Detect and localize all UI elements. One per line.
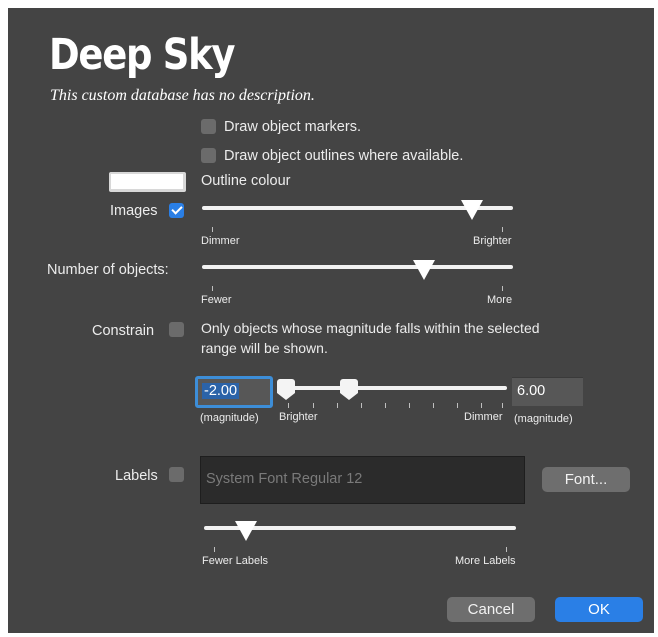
images-slider-min-label: Dimmer: [201, 235, 240, 247]
constrain-label: Constrain: [92, 323, 155, 339]
constrain-checkbox[interactable]: [169, 322, 184, 337]
magnitude-tick: [313, 403, 314, 408]
magnitude-tick: [409, 403, 410, 408]
magnitude-max-thumb[interactable]: [340, 379, 358, 400]
font-display-field: System Font Regular 12: [200, 456, 525, 504]
magnitude-tick: [433, 403, 434, 408]
magnitude-tick: [502, 403, 503, 408]
magnitude-tick: [385, 403, 386, 408]
draw-markers-label: Draw object markers.: [224, 119, 361, 135]
page-subtitle: This custom database has no description.: [50, 87, 315, 104]
constrain-description-line2: range will be shown.: [201, 340, 328, 356]
labels-slider-min-label: Fewer Labels: [202, 555, 269, 567]
min-magnitude-field[interactable]: -2.00: [195, 376, 273, 408]
labels-slider-tick: [506, 547, 507, 552]
ok-button[interactable]: OK: [555, 597, 643, 622]
images-label: Images: [110, 203, 158, 219]
constrain-description-line1: Only objects whose magnitude falls withi…: [201, 320, 540, 336]
labels-slider-thumb[interactable]: [235, 521, 257, 541]
max-magnitude-unit: (magnitude): [514, 413, 573, 425]
max-magnitude-value: 6.00: [517, 383, 546, 399]
draw-outlines-checkbox[interactable]: [201, 148, 216, 163]
min-magnitude-value: -2.00: [202, 383, 240, 399]
magnitude-slider-right-label: Dimmer: [464, 411, 503, 423]
draw-outlines-label: Draw object outlines where available.: [224, 148, 464, 164]
objects-slider-track[interactable]: [202, 265, 513, 269]
min-magnitude-unit: (magnitude): [200, 412, 259, 424]
font-button[interactable]: Font...: [542, 467, 630, 492]
magnitude-slider-left-label: Brighter: [279, 411, 318, 423]
magnitude-tick: [337, 403, 338, 408]
magnitude-tick: [457, 403, 458, 408]
images-slider-max-label: Brighter: [473, 235, 512, 247]
magnitude-range-track[interactable]: [282, 386, 507, 390]
labels-checkbox[interactable]: [169, 467, 184, 482]
images-slider-tick: [212, 227, 213, 232]
max-magnitude-field[interactable]: 6.00: [512, 377, 583, 406]
font-display-text: System Font Regular 12: [206, 471, 363, 487]
objects-slider-thumb[interactable]: [413, 260, 435, 280]
draw-markers-checkbox[interactable]: [201, 119, 216, 134]
images-slider-tick: [502, 227, 503, 232]
magnitude-min-thumb[interactable]: [277, 379, 295, 400]
magnitude-tick: [288, 403, 289, 408]
objects-slider-min-label: Fewer: [201, 294, 232, 306]
outline-colour-swatch: [111, 174, 183, 189]
outline-colour-well[interactable]: [109, 172, 186, 192]
labels-slider-max-label: More Labels: [455, 555, 516, 567]
page-title: Deep Sky: [49, 30, 236, 80]
labels-label: Labels: [115, 468, 158, 484]
objects-slider-max-label: More: [487, 294, 513, 306]
cancel-button[interactable]: Cancel: [447, 597, 535, 622]
number-of-objects-label: Number of objects:: [47, 262, 169, 278]
magnitude-tick: [481, 403, 482, 408]
objects-slider-tick: [212, 286, 213, 291]
labels-slider-tick: [214, 547, 215, 552]
magnitude-tick: [361, 403, 362, 408]
images-slider-thumb[interactable]: [461, 200, 483, 220]
outline-colour-label: Outline colour: [201, 173, 291, 189]
images-checkbox[interactable]: [169, 203, 184, 218]
objects-slider-tick: [502, 286, 503, 291]
